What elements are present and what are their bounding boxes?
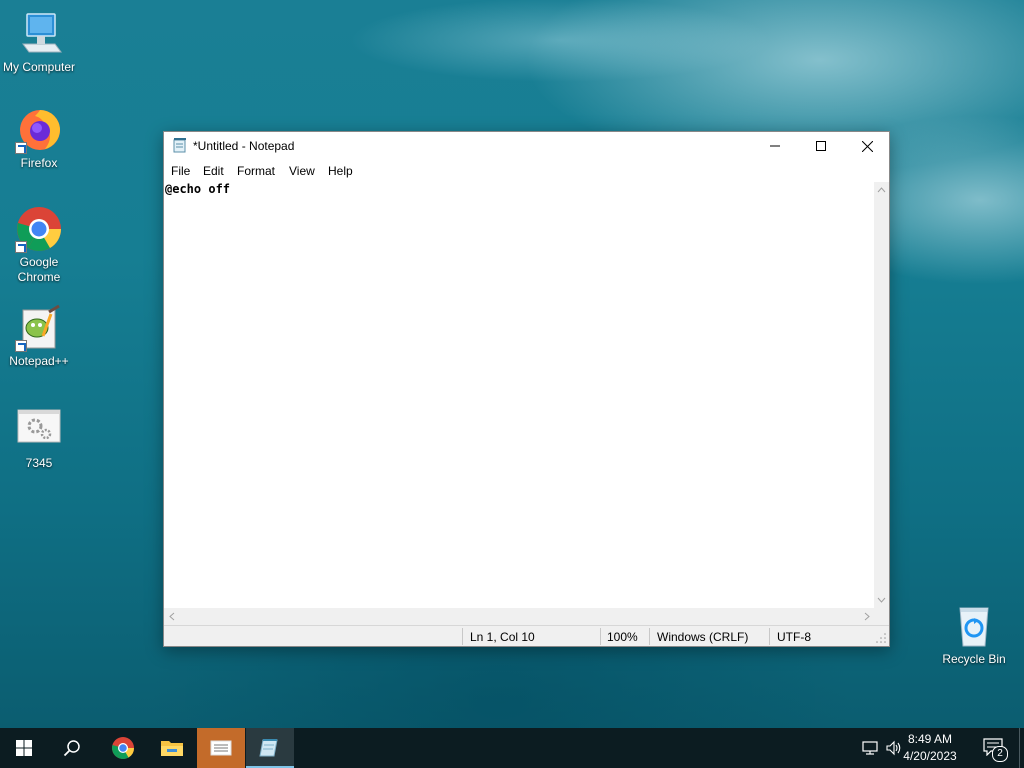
desktop-icon-firefox[interactable]: Firefox [1, 106, 77, 171]
menu-help[interactable]: Help [328, 164, 353, 178]
maximize-button[interactable] [798, 132, 844, 160]
vertical-scrollbar[interactable] [874, 182, 889, 608]
notification-center-button[interactable]: 2 [983, 738, 1008, 762]
desktop-icon-label: My Computer [2, 60, 76, 74]
start-button[interactable] [0, 728, 48, 768]
scroll-right-icon[interactable] [861, 608, 873, 625]
settings-file-icon [15, 406, 63, 454]
scroll-up-icon[interactable] [874, 184, 889, 196]
scroll-left-icon[interactable] [166, 608, 178, 625]
desktop-icon-label: Recycle Bin [942, 652, 1006, 666]
status-separator [462, 628, 463, 645]
scroll-down-icon[interactable] [874, 594, 889, 606]
computer-icon [15, 10, 63, 58]
status-bar: Ln 1, Col 10 100% Windows (CRLF) UTF-8 [164, 625, 889, 646]
chrome-icon [112, 737, 134, 759]
minimize-button[interactable] [752, 132, 798, 160]
close-button[interactable] [844, 132, 890, 160]
status-separator [600, 628, 601, 645]
notepad-icon [173, 138, 187, 153]
notepad-window[interactable]: *Untitled - Notepad File Edit Format Vie… [163, 131, 890, 647]
desktop-icon-7345[interactable]: 7345 [1, 406, 77, 471]
shortcut-arrow-icon [15, 241, 27, 253]
status-zoom: 100% [607, 630, 638, 644]
desktop-icon-google-chrome[interactable]: Google Chrome [1, 205, 77, 285]
scrollbar-corner [874, 608, 889, 625]
desktop-icon-my-computer[interactable]: My Computer [1, 10, 77, 75]
desktop: My Computer Firefox Google Chrome Notepa… [0, 0, 1024, 728]
status-line-ending: Windows (CRLF) [657, 630, 749, 644]
taskbar-active-app[interactable] [197, 728, 245, 768]
title-bar[interactable]: *Untitled - Notepad [164, 132, 889, 160]
search-button[interactable] [48, 728, 96, 768]
start-icon [16, 740, 32, 756]
desktop-icon-label: Firefox [20, 156, 58, 170]
clock-date[interactable]: 4/20/2023 [895, 749, 965, 763]
search-icon [63, 740, 80, 757]
menu-format[interactable]: Format [237, 164, 275, 178]
status-position: Ln 1, Col 10 [470, 630, 535, 644]
shortcut-arrow-icon [15, 142, 27, 154]
menu-file[interactable]: File [171, 164, 190, 178]
text-editor[interactable]: @echo off [164, 182, 876, 608]
desktop-icon-label: Notepad++ [9, 354, 69, 368]
network-icon[interactable] [861, 740, 879, 761]
window-title: *Untitled - Notepad [193, 139, 295, 153]
horizontal-scrollbar[interactable] [164, 608, 875, 625]
desktop-icon-label: 7345 [25, 456, 53, 470]
menu-view[interactable]: View [289, 164, 315, 178]
clock-time[interactable]: 8:49 AM [895, 732, 965, 746]
taskbar: 8:49 AM 4/20/2023 2 [0, 728, 1024, 768]
desktop-icon-notepad-plus-plus[interactable]: Notepad++ [1, 304, 77, 369]
show-desktop-button[interactable] [1019, 728, 1020, 768]
desktop-icon-recycle-bin[interactable]: Recycle Bin [936, 602, 1012, 667]
status-separator [769, 628, 770, 645]
status-encoding: UTF-8 [777, 630, 811, 644]
notification-count-badge: 2 [992, 746, 1008, 762]
minimize-icon [770, 145, 780, 147]
status-separator [649, 628, 650, 645]
chrome-icon [15, 205, 63, 253]
file-explorer-icon [161, 741, 183, 756]
taskbar-notepad[interactable] [246, 728, 294, 768]
recycle-bin-icon [950, 602, 998, 650]
notepad-plus-plus-icon [15, 304, 63, 352]
app-icon [210, 740, 232, 756]
maximize-icon [816, 141, 826, 151]
taskbar-file-explorer[interactable] [148, 728, 196, 768]
shortcut-arrow-icon [15, 340, 27, 352]
firefox-icon [15, 106, 63, 154]
notepad-icon [259, 739, 278, 757]
menu-bar: File Edit Format View Help [164, 160, 889, 182]
taskbar-chrome[interactable] [99, 728, 147, 768]
close-icon [861, 140, 873, 152]
menu-edit[interactable]: Edit [203, 164, 224, 178]
desktop-icon-label: Google Chrome [17, 255, 61, 284]
resize-grip-icon[interactable] [875, 632, 887, 644]
